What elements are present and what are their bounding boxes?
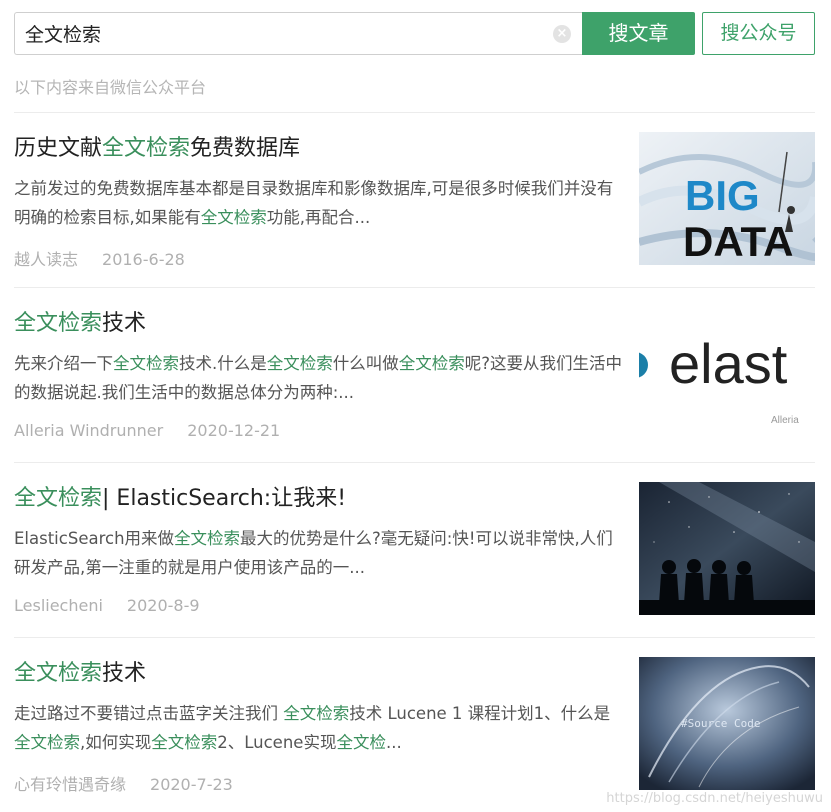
result-item[interactable]: 全文检索| ElasticSearch:让我来! ElasticSearch用来… xyxy=(14,462,815,637)
title-text: ElasticSearch:让我来! xyxy=(109,486,347,511)
desc-highlight: 全文检索 xyxy=(266,354,333,373)
desc-text: 什么叫做 xyxy=(332,354,399,373)
result-item[interactable]: 全文检索技术 走过路过不要错过点击蓝字关注我们 全文检索技术 Lucene 1 … xyxy=(14,637,815,812)
result-meta: Alleria Windrunner 2020-12-21 xyxy=(14,421,280,440)
search-input-wrapper: × xyxy=(14,12,583,55)
thumb-text: elast xyxy=(669,332,788,395)
result-meta: Lesliecheni 2020-8-9 xyxy=(14,596,200,615)
date: 2020-7-23 xyxy=(150,775,233,794)
source-note: 以下内容来自微信公众平台 xyxy=(14,78,207,97)
title-highlight: 全文检索 xyxy=(14,661,103,686)
author[interactable]: Alleria Windrunner xyxy=(14,421,163,440)
thumbnail-source-code[interactable]: #Source Code xyxy=(639,657,815,790)
result-title[interactable]: 全文检索技术 xyxy=(14,305,634,337)
result-title[interactable]: 全文检索技术 xyxy=(14,655,634,687)
title-text: 免费数据库 xyxy=(190,136,301,161)
desc-text: 走过路过不要错过点击蓝字关注我们 xyxy=(14,704,284,723)
thumb-text: #Source Code xyxy=(681,717,760,730)
title-highlight: 全文检索 xyxy=(102,136,191,161)
author[interactable]: Lesliecheni xyxy=(14,596,103,615)
search-bar: × 搜文章 搜公众号 xyxy=(14,12,815,55)
author[interactable]: 越人读志 xyxy=(14,250,78,269)
result-description: 先来介绍一下全文检索技术.什么是全文检索什么叫做全文检索呢?这要从我们生活中的数… xyxy=(14,349,624,407)
title-text: 技术 xyxy=(102,311,147,336)
date: 2020-8-9 xyxy=(126,596,200,615)
desc-text: 功能,再配合... xyxy=(266,208,371,227)
thumbnail-big-data[interactable]: BIG DATA xyxy=(639,132,815,265)
thumbnail-night-sky[interactable] xyxy=(639,482,815,615)
author[interactable]: 心有玲惜遇奇缘 xyxy=(14,775,126,794)
desc-text: 先来介绍一下 xyxy=(14,354,113,373)
result-description: 之前发过的免费数据库基本都是目录数据库和影像数据库,可是很多时候我们并没有明确的… xyxy=(14,174,624,232)
date: 2020-12-21 xyxy=(187,421,281,440)
desc-highlight: 全文检 xyxy=(336,733,386,752)
result-description: 走过路过不要错过点击蓝字关注我们 全文检索技术 Lucene 1 课程计划1、什… xyxy=(14,699,624,757)
title-text: 历史文献 xyxy=(14,136,103,161)
result-description: ElasticSearch用来做全文检索最大的优势是什么?毫无疑问:快!可以说非… xyxy=(14,524,624,582)
search-articles-button[interactable]: 搜文章 xyxy=(582,12,695,55)
result-title[interactable]: 历史文献全文检索免费数据库 xyxy=(14,130,634,162)
thumb-text: BIG xyxy=(685,172,760,219)
desc-text: 2、Lucene实现 xyxy=(217,733,337,752)
desc-highlight: 全文检索 xyxy=(200,208,267,227)
desc-highlight: 全文检索 xyxy=(398,354,465,373)
desc-text: ElasticSearch用来做 xyxy=(14,529,175,548)
desc-text: ... xyxy=(385,733,402,752)
desc-highlight: 全文检索 xyxy=(174,529,241,548)
result-meta: 越人读志 2016-6-28 xyxy=(14,246,185,270)
date: 2016-6-28 xyxy=(102,250,185,269)
result-meta: 心有玲惜遇奇缘 2020-7-23 xyxy=(14,771,233,795)
watermark: https://blog.csdn.net/heiyeshuwu xyxy=(606,791,823,806)
desc-highlight: 全文检索 xyxy=(14,733,80,752)
search-input[interactable] xyxy=(15,13,545,54)
desc-highlight: 全文检索 xyxy=(283,704,350,723)
thumbnail-elastic[interactable]: elast Alleria xyxy=(639,307,815,440)
desc-text: ,如何实现 xyxy=(80,733,152,752)
desc-highlight: 全文检索 xyxy=(151,733,218,752)
desc-highlight: 全文检索 xyxy=(113,354,179,373)
result-item[interactable]: 全文检索技术 先来介绍一下全文检索技术.什么是全文检索什么叫做全文检索呢?这要从… xyxy=(14,287,815,462)
desc-text: 技术.什么是 xyxy=(179,354,267,373)
desc-text: 技术 Lucene 1 课程计划1、什么是 xyxy=(349,704,611,723)
thumb-text: Alleria xyxy=(771,415,799,426)
search-accounts-button[interactable]: 搜公众号 xyxy=(702,12,815,55)
result-title[interactable]: 全文检索| ElasticSearch:让我来! xyxy=(14,480,634,512)
title-text: 技术 xyxy=(102,661,147,686)
thumb-text: DATA xyxy=(683,218,793,265)
title-highlight: 全文检索 xyxy=(14,486,103,511)
clear-icon[interactable]: × xyxy=(553,25,571,43)
result-item[interactable]: 历史文献全文检索免费数据库 之前发过的免费数据库基本都是目录数据库和影像数据库,… xyxy=(14,112,815,287)
title-highlight: 全文检索 xyxy=(14,311,103,336)
